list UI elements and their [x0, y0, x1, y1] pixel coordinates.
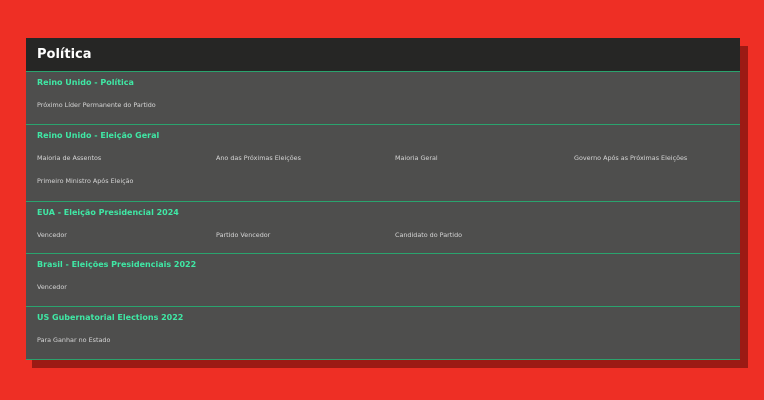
section-title[interactable]: Reino Unido - Política — [37, 72, 740, 94]
market-list: Maioria de Assentos Ano das Próximas Ele… — [37, 147, 740, 193]
market-link[interactable]: Maioria de Assentos — [37, 147, 216, 170]
section-title[interactable]: Brasil - Eleições Presidenciais 2022 — [37, 254, 740, 276]
panel-header: Política — [26, 38, 740, 72]
market-link[interactable]: Candidato do Partido — [395, 224, 574, 247]
section-usa-presidential-2024: EUA - Eleição Presidencial 2024 Vencedor… — [26, 202, 740, 254]
section-uk-politics: Reino Unido - Política Próximo Líder Per… — [26, 72, 740, 125]
market-link[interactable]: Para Ganhar no Estado — [37, 329, 216, 352]
market-link[interactable]: Próximo Líder Permanente do Partido — [37, 94, 216, 117]
section-us-gubernatorial-2022: US Gubernatorial Elections 2022 Para Gan… — [26, 307, 740, 360]
market-list: Vencedor — [37, 276, 740, 299]
market-list: Próximo Líder Permanente do Partido — [37, 94, 740, 117]
market-link[interactable]: Maioria Geral — [395, 147, 574, 170]
market-list: Para Ganhar no Estado — [37, 329, 740, 352]
market-link[interactable]: Partido Vencedor — [216, 224, 395, 247]
market-link[interactable]: Ano das Próximas Eleições — [216, 147, 395, 170]
market-link[interactable]: Governo Após as Próximas Eleições — [574, 147, 740, 170]
market-link[interactable]: Primeiro Ministro Após Eleição — [37, 170, 216, 193]
section-title[interactable]: US Gubernatorial Elections 2022 — [37, 307, 740, 329]
market-link[interactable]: Vencedor — [37, 276, 216, 299]
section-uk-general-election: Reino Unido - Eleição Geral Maioria de A… — [26, 125, 740, 202]
politics-panel: Política Reino Unido - Política Próximo … — [26, 38, 740, 360]
section-title[interactable]: Reino Unido - Eleição Geral — [37, 125, 740, 147]
section-brazil-presidential-2022: Brasil - Eleições Presidenciais 2022 Ven… — [26, 254, 740, 307]
section-title[interactable]: EUA - Eleição Presidencial 2024 — [37, 202, 740, 224]
market-link[interactable]: Vencedor — [37, 224, 216, 247]
market-list: Vencedor Partido Vencedor Candidato do P… — [37, 224, 740, 247]
panel-title: Política — [37, 47, 92, 62]
